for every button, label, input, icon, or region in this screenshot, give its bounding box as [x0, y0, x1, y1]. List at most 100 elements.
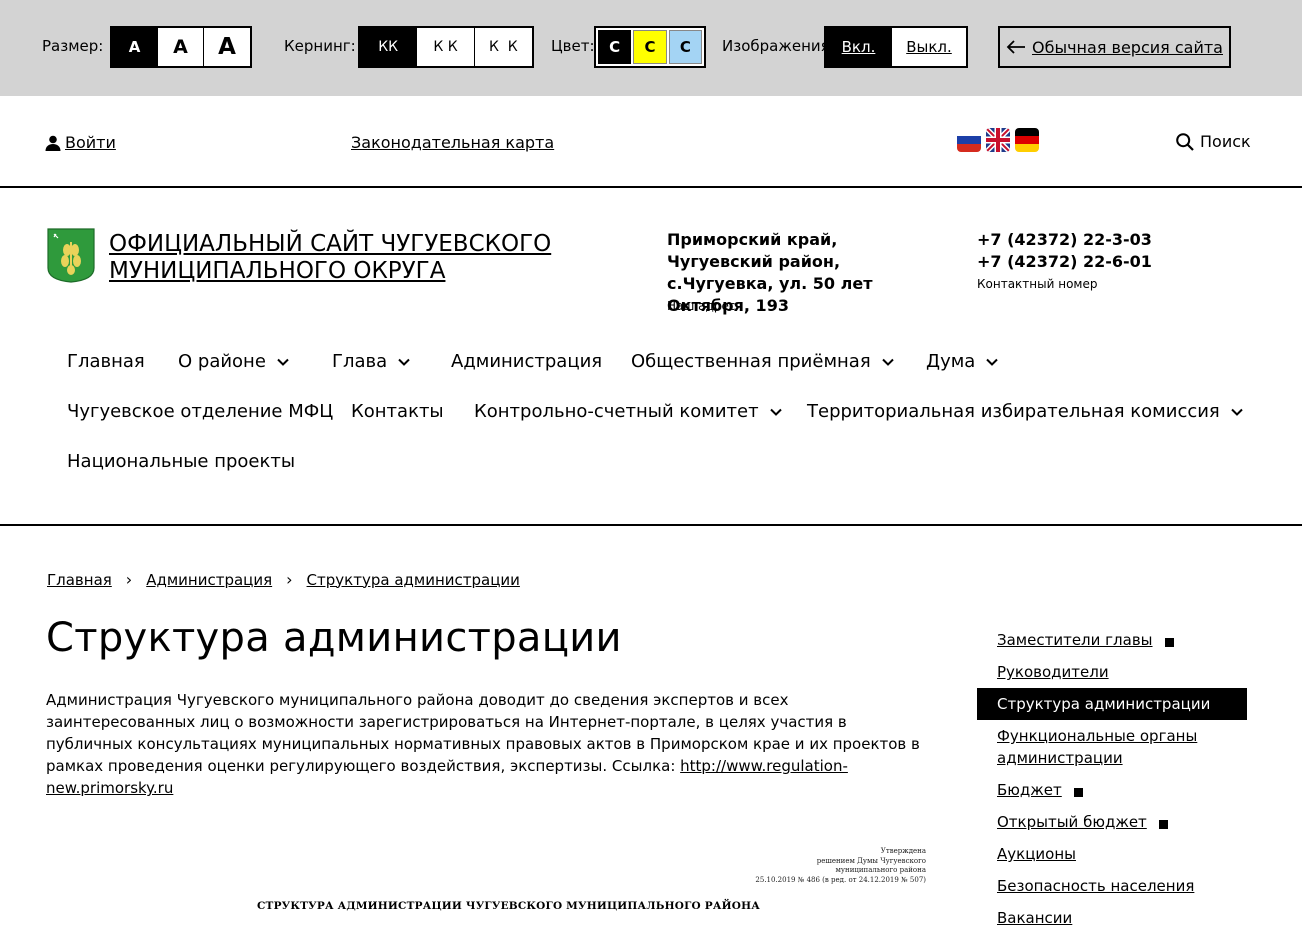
side-item-label[interactable]: Безопасность населения — [997, 877, 1194, 895]
user-icon — [45, 135, 61, 151]
kerning-group: КК К К К К — [358, 26, 534, 68]
breadcrumb-home[interactable]: Главная — [47, 571, 112, 589]
chevron-down-icon — [1231, 408, 1243, 416]
flag-ru-icon[interactable] — [957, 128, 981, 152]
login-link[interactable]: Войти — [45, 133, 116, 152]
images-label: Изображения — [722, 37, 830, 55]
font-size-small-button[interactable]: A — [112, 28, 158, 66]
nav-item-head[interactable]: Глава — [332, 351, 411, 372]
side-item-label[interactable]: Вакансии — [997, 909, 1072, 927]
font-size-group: A A A — [110, 26, 252, 68]
side-item-label[interactable]: Функциональные органы администрации — [997, 727, 1197, 767]
nav-item-label: Глава — [332, 351, 388, 372]
breadcrumb-structure[interactable]: Структура администрации — [307, 571, 520, 589]
nav-item-audit-committee[interactable]: Контрольно-счетный комитет — [474, 401, 783, 422]
side-menu: Заместители главы Руководители Структура… — [977, 624, 1247, 932]
side-item-functional-bodies[interactable]: Функциональные органы администрации — [977, 720, 1247, 774]
chevron-down-icon — [986, 358, 999, 366]
side-item-open-budget[interactable]: Открытый бюджет — [977, 806, 1247, 838]
nav-item-label: Национальные проекты — [67, 451, 296, 472]
search-icon — [1176, 132, 1194, 151]
side-item-safety[interactable]: Безопасность населения — [977, 870, 1247, 902]
side-item-managers[interactable]: Руководители — [977, 656, 1247, 688]
accessibility-panel: Размер: A A A Кернинг: КК К К К К Цвет: … — [0, 0, 1302, 96]
address-caption: Наш адрес — [667, 299, 736, 313]
phone-1[interactable]: +7 (42372) 22-3-03 — [977, 229, 1152, 251]
nav-item-election-commission[interactable]: Территориальная избирательная комиссия — [807, 401, 1244, 422]
nav-item-home[interactable]: Главная — [67, 351, 145, 372]
side-item-label[interactable]: Бюджет — [997, 781, 1062, 799]
search-button[interactable]: Поиск — [1176, 132, 1251, 151]
nav-item-label: Контрольно-счетный комитет — [474, 401, 759, 422]
site-title-link[interactable]: Официальный сайт Чугуевского муниципальн… — [109, 231, 579, 285]
images-on-button[interactable]: Вкл. — [826, 28, 892, 66]
size-label: Размер: — [42, 37, 104, 55]
document-approval-line: муниципального района — [835, 866, 926, 874]
side-item-structure[interactable]: Структура администрации — [977, 688, 1247, 720]
chevron-down-icon — [769, 408, 782, 416]
legal-map-link[interactable]: Законодательная карта — [351, 133, 554, 152]
flag-de-icon[interactable] — [1015, 128, 1039, 152]
kerning-medium-button[interactable]: К К — [417, 28, 475, 66]
intro-paragraph: Администрация Чугуевского муниципального… — [46, 689, 936, 799]
phone-2[interactable]: +7 (42372) 22-6-01 — [977, 251, 1152, 273]
document-approval-note: Утверждена решением Думы Чугуевского мун… — [700, 847, 926, 885]
side-item-label[interactable]: Руководители — [997, 663, 1109, 681]
submenu-square-icon[interactable] — [1164, 638, 1174, 647]
font-size-large-button[interactable]: A — [204, 28, 250, 66]
kerning-wide-button[interactable]: К К — [475, 28, 532, 66]
color-yellow-button[interactable]: C — [633, 30, 667, 64]
document-heading: СТРУКТУРА АДМИНИСТРАЦИИ ЧУГУЕВСКОГО МУНИ… — [257, 900, 760, 912]
top-bar: Войти Законодательная карта Поиск — [0, 96, 1302, 188]
color-label: Цвет: — [551, 37, 595, 55]
phone-caption: Контактный номер — [977, 277, 1098, 291]
nav-item-about[interactable]: О районе — [178, 351, 290, 372]
nav-item-label: Чугуевское отделение МФЦ — [67, 401, 334, 422]
breadcrumb: Главная › Администрация › Структура адми… — [47, 570, 520, 589]
nav-item-label: О районе — [178, 351, 266, 372]
normal-version-button[interactable]: Обычная версия сайта — [998, 26, 1231, 68]
chevron-down-icon — [277, 358, 289, 366]
flag-uk-icon[interactable] — [986, 128, 1010, 152]
chevron-down-icon — [881, 358, 894, 366]
coat-of-arms-logo[interactable] — [47, 228, 95, 283]
arrow-left-icon — [1006, 40, 1025, 54]
side-item-budget[interactable]: Бюджет — [977, 774, 1247, 806]
color-black-button[interactable]: C — [598, 30, 632, 64]
images-off-button[interactable]: Выкл. — [892, 28, 966, 66]
kerning-label: Кернинг: — [284, 37, 356, 55]
kerning-normal-button[interactable]: КК — [360, 28, 418, 66]
nav-item-mfc[interactable]: Чугуевское отделение МФЦ — [67, 401, 333, 422]
nav-item-label: Контакты — [351, 401, 444, 422]
side-item-vacancies[interactable]: Вакансии — [977, 902, 1247, 932]
nav-item-label: Администрация — [451, 351, 603, 372]
color-scheme-group: C C C — [594, 26, 706, 68]
search-label: Поиск — [1200, 132, 1251, 151]
breadcrumb-separator: › — [125, 570, 133, 589]
images-toggle-group: Вкл. Выкл. — [824, 26, 968, 68]
side-item-deputies[interactable]: Заместители главы — [977, 624, 1247, 656]
nav-item-label: Территориальная избирательная комиссия — [807, 401, 1220, 422]
nav-item-reception[interactable]: Общественная приёмная — [631, 351, 895, 372]
side-item-label[interactable]: Открытый бюджет — [997, 813, 1147, 831]
chevron-down-icon — [398, 358, 410, 366]
login-label[interactable]: Войти — [65, 133, 116, 152]
color-blue-button[interactable]: C — [668, 30, 702, 64]
language-switcher — [957, 128, 1039, 152]
font-size-medium-button[interactable]: A — [158, 28, 204, 66]
nav-item-label: Общественная приёмная — [631, 351, 871, 372]
main-nav: Главная О районе Глава Администрация Общ… — [0, 337, 1302, 526]
side-item-label[interactable]: Аукционы — [997, 845, 1076, 863]
normal-version-label: Обычная версия сайта — [1032, 37, 1223, 57]
side-item-auctions[interactable]: Аукционы — [977, 838, 1247, 870]
nav-item-contacts[interactable]: Контакты — [351, 401, 444, 422]
side-item-label[interactable]: Заместители главы — [997, 631, 1153, 649]
submenu-square-icon[interactable] — [1073, 788, 1083, 797]
nav-item-administration[interactable]: Администрация — [451, 351, 602, 372]
submenu-square-icon[interactable] — [1158, 820, 1168, 829]
breadcrumb-administration[interactable]: Администрация — [146, 571, 272, 589]
nav-item-label: Дума — [926, 351, 976, 372]
nav-item-duma[interactable]: Дума — [926, 351, 999, 372]
document-approval-line: решением Думы Чугуевского — [816, 856, 926, 865]
nav-item-national-projects[interactable]: Национальные проекты — [67, 451, 295, 472]
